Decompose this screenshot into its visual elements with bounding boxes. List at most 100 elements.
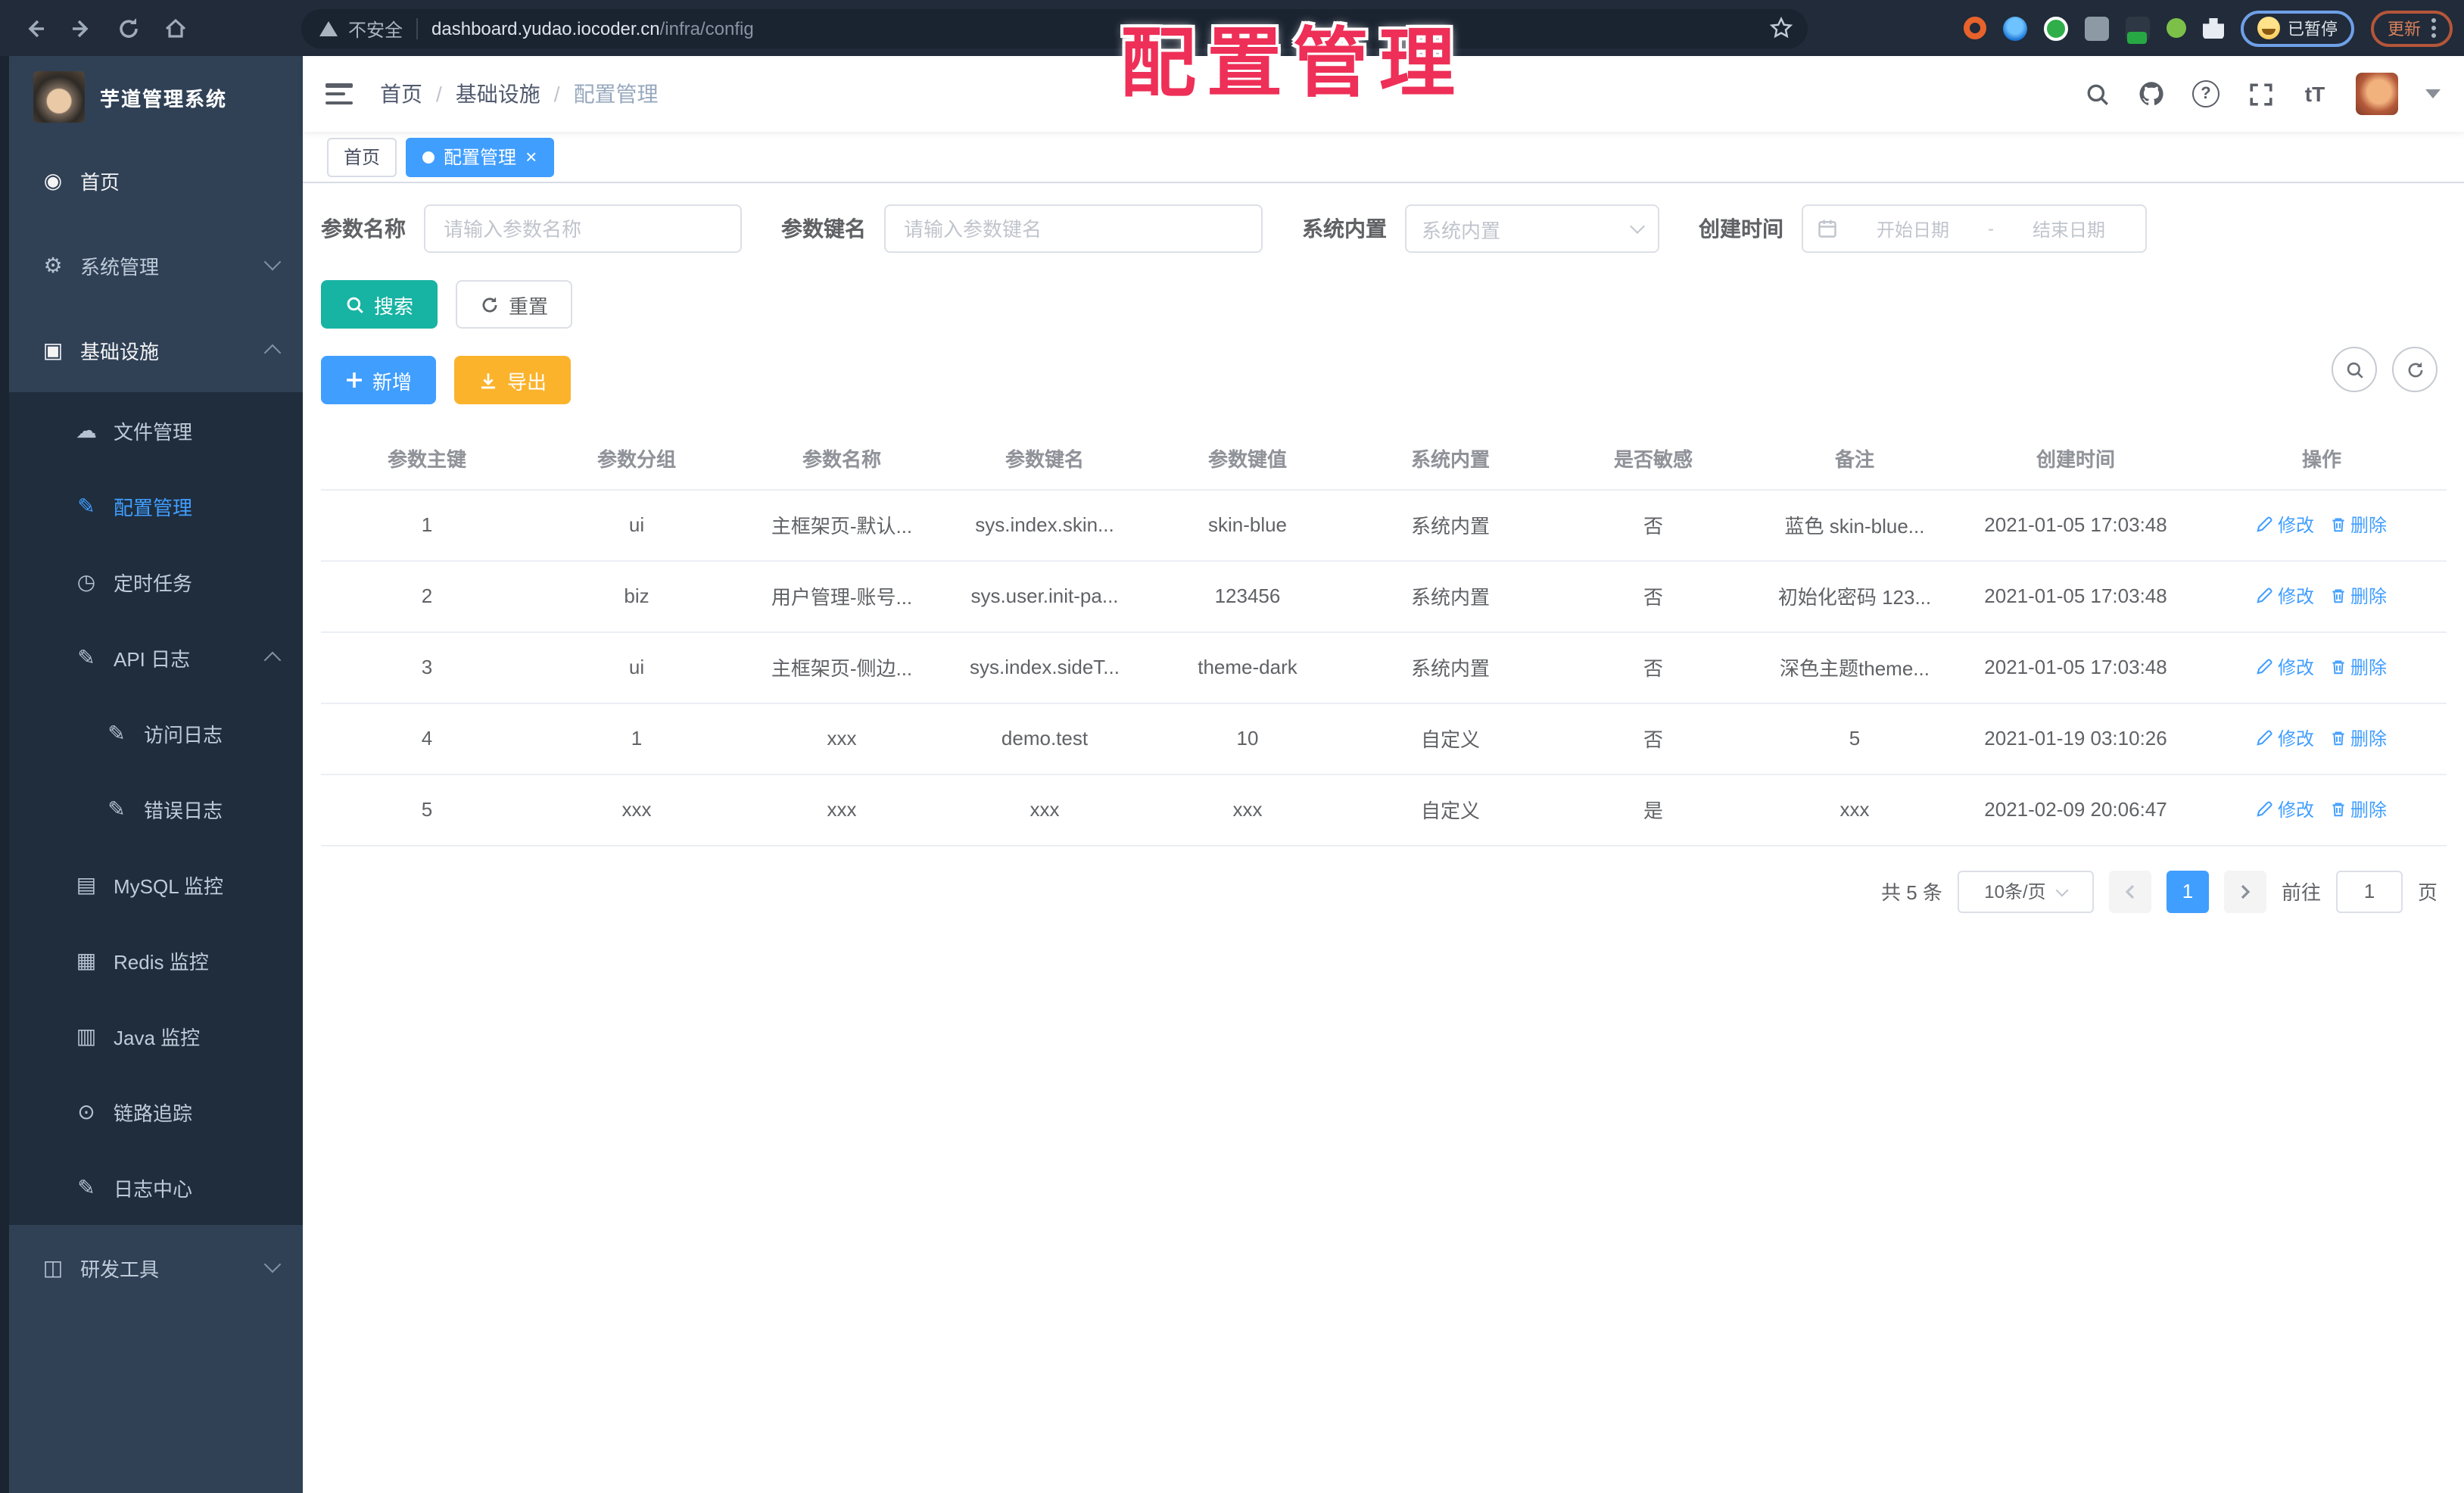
col-header: 参数键值 [1146,429,1349,490]
param-name-input[interactable] [424,204,742,253]
sidebar-toggle-icon[interactable] [326,83,353,104]
chevron-up-icon [263,651,282,669]
sidebar-item-system[interactable]: ⚙ 系统管理 [9,223,303,307]
cell-group: ui [533,631,740,703]
sidebar-item-label: 访问日志 [144,723,223,746]
fullscreen-icon[interactable] [2247,80,2274,108]
toggle-search-button[interactable] [2332,347,2377,392]
delete-link[interactable]: 删除 [2329,512,2387,538]
search-button[interactable]: 搜索 [321,280,438,329]
edit-link[interactable]: 修改 [2257,796,2314,822]
sidebar-item-api-log[interactable]: ✎ API 日志 [9,619,303,695]
cell-sensitive: 否 [1552,560,1755,632]
paused-extension-button[interactable]: 已暂停 [2241,10,2354,46]
breadcrumb-infra[interactable]: 基础设施 [456,79,540,109]
cell-id: 1 [321,489,533,561]
forward-icon[interactable] [70,16,94,40]
sidebar-item-dev-tools[interactable]: ◫ 研发工具 [9,1225,303,1310]
sidebar-item-job[interactable]: ◷ 定时任务 [9,544,303,619]
search-icon[interactable] [2083,80,2110,108]
sidebar-item-file[interactable]: ☁ 文件管理 [9,392,303,468]
sidebar-item-java[interactable]: ▥ Java 监控 [9,998,303,1074]
sidebar-item-label: Java 监控 [114,1026,201,1049]
tab-config[interactable]: 配置管理 × [406,137,554,176]
cell-builtin: 系统内置 [1349,560,1552,632]
extension-leaf-icon[interactable] [2167,18,2186,38]
home-icon[interactable] [164,16,188,40]
cell-remark: xxx [1755,774,1955,846]
edit-link[interactable]: 修改 [2257,654,2314,680]
sidebar-item-label: 配置管理 [114,496,193,519]
bookmark-star-icon[interactable] [1769,16,1793,44]
export-button[interactable]: 导出 [454,356,572,404]
database-icon: ▤ [76,871,97,896]
delete-link[interactable]: 删除 [2329,583,2387,609]
cell-sensitive: 否 [1552,631,1755,703]
browser-update-button[interactable]: 更新 [2371,10,2453,46]
log-icon: ✎ [77,644,95,669]
delete-link[interactable]: 删除 [2329,725,2387,751]
sidebar-item-label: 日志中心 [114,1177,193,1200]
sidebar-item-infra[interactable]: ▣ 基础设施 [9,307,303,392]
help-icon[interactable]: ? [2192,80,2219,108]
window-edge-strip [0,56,9,1493]
cell-group: 1 [533,703,740,775]
app-logo-row[interactable]: 芋道管理系统 [9,56,303,138]
user-avatar[interactable] [2356,73,2398,115]
cell-key: demo.test [943,703,1146,775]
prev-page-button[interactable] [2108,870,2151,912]
paused-label: 已暂停 [2288,20,2338,39]
active-dot-icon [422,151,435,163]
breadcrumb-home[interactable]: 首页 [380,79,422,109]
sidebar-item-mysql[interactable]: ▤ MySQL 监控 [9,846,303,922]
param-key-input[interactable] [884,204,1263,253]
extension-on-badge-icon[interactable] [2126,16,2150,43]
table-row: 4 1 xxx demo.test 10 自定义否 5 2021-01-19 03:10:26… [321,703,2447,775]
user-menu-caret-icon[interactable] [2425,89,2441,98]
extension-pin-icon[interactable] [2003,16,2027,40]
edit-link[interactable]: 修改 [2257,725,2314,751]
edit-link[interactable]: 修改 [2257,583,2314,609]
refresh-table-button[interactable] [2392,347,2438,392]
sidebar-item-access-log[interactable]: ✎ 访问日志 [9,695,303,771]
col-header: 参数名称 [740,429,943,490]
sidebar-item-home[interactable]: ◉ 首页 [9,138,303,223]
tab-home[interactable]: 首页 [327,137,397,176]
next-page-button[interactable] [2223,870,2266,912]
main-area: 首页 / 基础设施 / 配置管理 ? tT 首页 配置管理 × 参数名称 请输入… [303,56,2464,1493]
edit-link[interactable]: 修改 [2257,512,2314,538]
back-icon[interactable] [23,16,47,40]
app-logo [33,71,85,123]
extension-donut-icon[interactable] [1964,17,1986,39]
font-size-icon[interactable]: tT [2301,80,2328,108]
github-icon[interactable] [2138,80,2165,108]
sidebar-item-config[interactable]: ✎ 配置管理 [9,468,303,544]
browser-menu-icon[interactable] [2431,18,2436,38]
delete-link[interactable]: 删除 [2329,654,2387,680]
close-icon[interactable]: × [525,147,537,167]
sidebar-item-label: 文件管理 [114,420,193,443]
sidebar-item-trace[interactable]: ⊙ 链路追踪 [9,1074,303,1149]
page-number-current[interactable]: 1 [2166,870,2209,912]
delete-link[interactable]: 删除 [2329,796,2387,822]
reset-button[interactable]: 重置 [456,280,573,329]
cell-key: sys.index.sideT... [943,631,1146,703]
page-size-select[interactable]: 10条/页 [1957,870,2094,912]
reload-icon[interactable] [117,16,141,40]
extension-grid-icon[interactable] [2085,16,2109,40]
add-button[interactable]: 新增 [321,356,437,404]
sidebar-item-log-center[interactable]: ✎ 日志中心 [9,1149,303,1225]
sidebar-item-label: MySQL 监控 [114,874,223,897]
goto-page-input[interactable] [2335,870,2403,912]
extensions-puzzle-icon[interactable] [2203,17,2224,39]
log-icon: ✎ [107,720,126,744]
date-range-picker[interactable]: 开始日期 - 结束日期 [1802,204,2147,253]
sidebar-item-label: 定时任务 [114,572,193,594]
trash-icon [2332,803,2344,817]
tags-view-bar: 首页 配置管理 × [303,132,2464,183]
sidebar-item-redis[interactable]: ▦ Redis 监控 [9,922,303,998]
builtin-select[interactable]: 系统内置 [1405,204,1659,253]
extension-green-icon[interactable] [2044,16,2068,40]
address-bar[interactable]: 不安全 dashboard.yudao.iocoder.cn/infra/con… [301,9,1808,48]
sidebar-item-error-log[interactable]: ✎ 错误日志 [9,771,303,846]
